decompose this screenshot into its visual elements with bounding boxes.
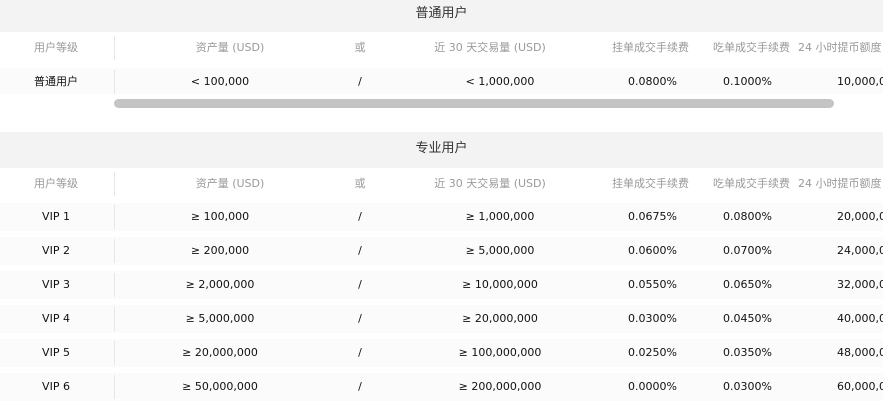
- table-cell-4: 0.0250%: [628, 346, 677, 359]
- table-cell-4: 0.0550%: [628, 278, 677, 291]
- column-header-6: 24 小时提币额度: [798, 41, 882, 54]
- table-cell-0: VIP 2: [42, 244, 70, 257]
- column-header-3: 近 30 天交易量 (USD): [434, 177, 546, 190]
- column-divider: [114, 36, 115, 60]
- column-divider: [114, 341, 115, 365]
- table-cell-4: 0.0300%: [628, 312, 677, 325]
- table-row: VIP 6 ≥ 50,000,000 / ≥ 200,000,000 0.0000% 0.…: [0, 371, 883, 403]
- table-cell-4: 0.0600%: [628, 244, 677, 257]
- column-header-0: 用户等级: [34, 177, 78, 190]
- column-divider: [114, 375, 115, 399]
- table-cell-1: ≥ 200,000: [190, 244, 250, 257]
- section-title-pro: 专业用户: [0, 132, 883, 168]
- table-cell-6: 20,000,000: [837, 210, 883, 223]
- table-cell-4: 0.0000%: [628, 380, 677, 393]
- horizontal-scrollbar-thumb[interactable]: [114, 99, 834, 108]
- column-header-2: 或: [354, 177, 366, 190]
- column-divider: [114, 273, 115, 297]
- table-cell-1: ≥ 100,000: [190, 210, 250, 223]
- table-cell-0: VIP 4: [42, 312, 70, 325]
- table-cell-5: 0.0650%: [723, 278, 772, 291]
- table-cell-1: ≥ 50,000,000: [182, 380, 258, 393]
- column-header-4: 挂单成交手续费: [612, 177, 689, 190]
- table-cell-6: 40,000,000: [837, 312, 883, 325]
- column-header-2: 或: [354, 41, 366, 54]
- table-cell-3: ≥ 200,000,000: [458, 380, 542, 393]
- table-cell-6: 24,000,000: [837, 244, 883, 257]
- column-header-5: 吃单成交手续费: [713, 41, 790, 54]
- table-row: VIP 4 ≥ 5,000,000 / ≥ 20,000,000 0.0300% 0.04…: [0, 303, 883, 335]
- table-cell-2: /: [358, 312, 362, 325]
- table-row: VIP 3 ≥ 2,000,000 / ≥ 10,000,000 0.0550% 0.06…: [0, 269, 883, 301]
- table-cell-6: 48,000,000: [837, 346, 883, 359]
- table-cell-2: /: [358, 346, 362, 359]
- table-cell-3: ≥ 5,000,000: [465, 244, 535, 257]
- table-cell-3: ≥ 10,000,000: [462, 278, 538, 291]
- table-cell-2: /: [358, 278, 362, 291]
- table-cell-1: ≥ 2,000,000: [185, 278, 255, 291]
- column-header-3: 近 30 天交易量 (USD): [434, 41, 546, 54]
- table-cell-3: ≥ 1,000,000: [465, 210, 535, 223]
- column-divider: [114, 307, 115, 331]
- table-cell-0: VIP 1: [42, 210, 70, 223]
- table-cell-5: 0.0450%: [723, 312, 772, 325]
- table-header-row: 用户等级 资产量 (USD) 或 近 30 天交易量 (USD) 挂单成交手续费 吃单成交…: [0, 32, 883, 64]
- table-cell-1: ≥ 20,000,000: [182, 346, 258, 359]
- table-cell-5: 0.0800%: [723, 210, 772, 223]
- table-cell-3: ≥ 20,000,000: [462, 312, 538, 325]
- table-cell-2: /: [358, 380, 362, 393]
- table-cell-0: VIP 6: [42, 380, 70, 393]
- column-header-0: 用户等级: [34, 41, 78, 54]
- table-row: VIP 5 ≥ 20,000,000 / ≥ 100,000,000 0.0250% 0.…: [0, 337, 883, 369]
- column-divider: [114, 70, 115, 94]
- table-cell-5: 0.0700%: [723, 244, 772, 257]
- table-cell-3: ≥ 100,000,000: [458, 346, 542, 359]
- table-cell-6: 60,000,000: [837, 380, 883, 393]
- column-divider: [114, 205, 115, 229]
- column-divider: [114, 239, 115, 263]
- table-cell-0: VIP 5: [42, 346, 70, 359]
- table-cell-6: 32,000,000: [837, 278, 883, 291]
- table-cell-5: 0.0350%: [723, 346, 772, 359]
- table-header-row: 用户等级 资产量 (USD) 或 近 30 天交易量 (USD) 挂单成交手续费 吃单成交…: [0, 168, 883, 200]
- column-divider: [114, 172, 115, 196]
- table-cell-5: 0.0300%: [723, 380, 772, 393]
- column-header-5: 吃单成交手续费: [713, 177, 790, 190]
- table-cell-2: /: [358, 210, 362, 223]
- table-row: VIP 2 ≥ 200,000 / ≥ 5,000,000 0.0600% 0.0700%…: [0, 235, 883, 267]
- column-header-4: 挂单成交手续费: [612, 41, 689, 54]
- column-header-6: 24 小时提币额度: [798, 177, 882, 190]
- column-header-1: 资产量 (USD): [195, 41, 265, 54]
- table-cell-0: VIP 3: [42, 278, 70, 291]
- column-header-1: 资产量 (USD): [195, 177, 265, 190]
- table-cell-4: 0.0675%: [628, 210, 677, 223]
- table-row: VIP 1 ≥ 100,000 / ≥ 1,000,000 0.0675% 0.0800%…: [0, 201, 883, 233]
- table-cell-2: /: [358, 244, 362, 257]
- table-cell-1: ≥ 5,000,000: [185, 312, 255, 325]
- section-title-normal: 普通用户: [0, 0, 883, 32]
